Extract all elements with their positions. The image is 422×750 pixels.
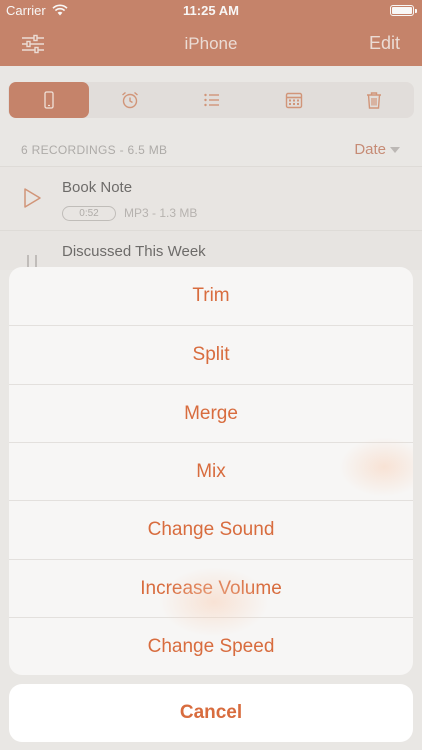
change-sound-button[interactable]: Change Sound	[9, 500, 413, 558]
merge-button[interactable]: Merge	[9, 384, 413, 442]
trim-button[interactable]: Trim	[9, 267, 413, 325]
action-sheet: Trim Split Merge Mix Change Sound Increa…	[9, 267, 413, 675]
change-speed-button[interactable]: Change Speed	[9, 617, 413, 675]
mix-button[interactable]: Mix	[9, 442, 413, 500]
increase-volume-button[interactable]: Increase Volume	[9, 559, 413, 617]
cancel-button[interactable]: Cancel	[9, 684, 413, 742]
split-button[interactable]: Split	[9, 325, 413, 383]
